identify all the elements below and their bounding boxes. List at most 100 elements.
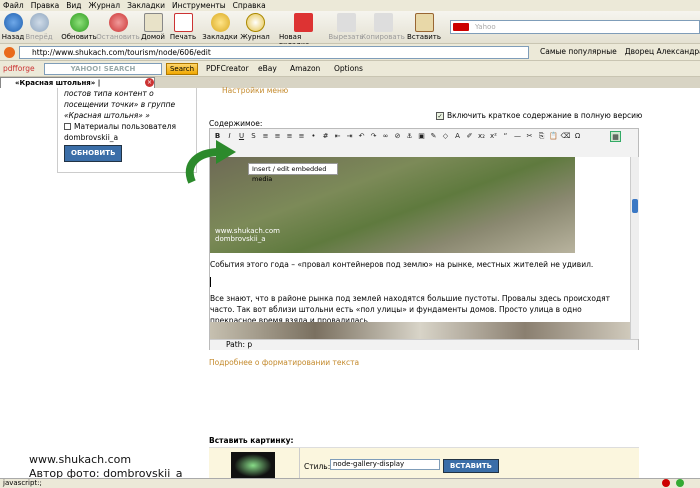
link-icon[interactable]: ∞ <box>380 131 391 142</box>
copy-icon[interactable]: ⎘ <box>536 131 547 142</box>
numbered-list-icon[interactable]: # <box>320 131 331 142</box>
photo-watermark: www.shukach.com Автор фото: dombrovskii_… <box>29 453 182 481</box>
paste-button[interactable]: Вставить <box>405 13 443 41</box>
ebay-button[interactable]: eBay <box>258 64 277 73</box>
yahoo-search-input[interactable]: YAHOO! SEARCH <box>44 63 162 75</box>
media-icon[interactable]: ▦ <box>610 131 621 142</box>
eraser-icon[interactable]: ⌫ <box>560 131 571 142</box>
editor-content[interactable]: www.shukach.com dombrovskii_a События эт… <box>210 157 630 339</box>
star-icon <box>210 13 230 32</box>
format-help-link[interactable]: Подробнее о форматировании текста <box>209 358 359 367</box>
subscript-icon[interactable]: x₂ <box>476 131 487 142</box>
stop-icon <box>108 13 128 32</box>
options-button[interactable]: Options <box>334 64 363 73</box>
bookmark-popular[interactable]: Самые популярные <box>540 47 617 56</box>
paste-icon[interactable]: 📋 <box>548 131 559 142</box>
bookmark-palace[interactable]: Дворец Александра Э... <box>625 47 700 56</box>
cleanup-icon[interactable]: ✎ <box>428 131 439 142</box>
special-char-icon[interactable]: Ω <box>572 131 583 142</box>
scissors-icon <box>336 13 356 32</box>
yahoo-search-button[interactable]: Search <box>166 63 198 75</box>
hr-icon[interactable]: — <box>512 131 523 142</box>
image-thumbnail[interactable] <box>231 452 275 479</box>
reload-icon <box>69 13 89 32</box>
editor-toolbar: B I U S ≡ ≡ ≡ ≡ • # ⇤ ⇥ ↶ ↷ ∞ ⊘ ⚓ ▣ ✎ ◇ … <box>210 129 638 156</box>
menu-tools[interactable]: Инструменты <box>172 1 226 10</box>
paste-icon <box>414 13 434 32</box>
nav-toolbar: Назад Вперёд Обновить Остановить Домой П… <box>0 11 700 49</box>
print-button[interactable]: Печать <box>164 13 202 41</box>
html-icon[interactable]: ◇ <box>440 131 451 142</box>
image-icon[interactable]: ▣ <box>416 131 427 142</box>
menu-history[interactable]: Журнал <box>89 1 121 10</box>
superscript-icon[interactable]: x² <box>488 131 499 142</box>
cut-icon[interactable]: ✂ <box>524 131 535 142</box>
copy-button[interactable]: Копировать <box>361 13 405 41</box>
menu-help[interactable]: Справка <box>233 1 266 10</box>
bookmarks-toolbar: Самые популярные Дворец Александра Э... <box>540 47 700 56</box>
text-color-icon[interactable]: A <box>452 131 463 142</box>
undo-icon[interactable]: ↶ <box>356 131 367 142</box>
status-ok-icon <box>676 479 684 487</box>
anchor-icon[interactable]: ⚓ <box>404 131 415 142</box>
menu-edit[interactable]: Правка <box>31 1 60 10</box>
style-select[interactable]: node-gallery-display <box>330 459 440 470</box>
menu-bookmarks[interactable]: Закладки <box>127 1 165 10</box>
materials-checkbox[interactable] <box>64 123 71 130</box>
menu-view[interactable]: Вид <box>66 1 81 10</box>
blockquote-icon[interactable]: “ <box>500 131 511 142</box>
adblock-icon[interactable] <box>662 479 670 487</box>
forward-button[interactable]: Вперёд <box>20 13 58 41</box>
summary-label: Включить краткое содержание в полную вер… <box>447 111 643 120</box>
insert-button[interactable]: ВСТАВИТЬ <box>443 459 499 473</box>
text-cursor <box>210 277 211 287</box>
history-button[interactable]: Журнал <box>236 13 274 41</box>
summary-checkbox[interactable]: ✓ <box>436 111 444 120</box>
scroll-thumb[interactable] <box>632 199 638 213</box>
sidebar-group-link[interactable]: «Красная штольня» » <box>64 110 190 121</box>
tab-active[interactable]: «Красная штольня» | <box>0 77 155 88</box>
close-tab-icon[interactable]: × <box>145 78 154 87</box>
search-input[interactable]: Yahoo <box>450 20 700 34</box>
redo-icon[interactable]: ↷ <box>368 131 379 142</box>
refresh-button[interactable]: ОБНОВИТЬ <box>64 145 123 162</box>
align-justify-icon[interactable]: ≡ <box>296 131 307 142</box>
bullet-list-icon[interactable]: • <box>308 131 319 142</box>
reload-button[interactable]: Обновить <box>60 13 98 41</box>
highlight-icon[interactable]: ✐ <box>464 131 475 142</box>
insert-images-heading: Вставить картинку: <box>209 436 294 445</box>
rich-text-editor: B I U S ≡ ≡ ≡ ≡ • # ⇤ ⇥ ↶ ↷ ∞ ⊘ ⚓ ▣ ✎ ◇ … <box>209 128 639 350</box>
outdent-icon[interactable]: ⇤ <box>332 131 343 142</box>
printer-icon <box>173 13 193 32</box>
sidebar-line-1: постов типа контент о <box>64 89 154 98</box>
url-input[interactable]: http://www.shukach.com/tourism/node/606/… <box>19 46 529 59</box>
pdfcreator-button[interactable]: PDFCreator <box>206 64 249 73</box>
media-tooltip: Insert / edit embedded media <box>248 163 338 183</box>
new-tab-icon <box>293 13 313 32</box>
menu-bar: Файл Правка Вид Журнал Закладки Инструме… <box>0 0 700 11</box>
clock-icon <box>245 13 265 32</box>
sidebar-line-5: dombrovskii_a <box>64 133 119 142</box>
menu-file[interactable]: Файл <box>3 1 24 10</box>
photo-caption-author: dombrovskii_a <box>215 235 266 243</box>
cut-button[interactable]: Вырезать <box>327 13 365 41</box>
strike-button[interactable]: S <box>248 131 259 142</box>
watermark-site: www.shukach.com <box>29 453 132 466</box>
forward-arrow-icon <box>29 13 49 32</box>
home-icon <box>143 13 163 32</box>
sidebar-line-4: Материалы пользователя <box>74 122 176 131</box>
align-right-icon[interactable]: ≡ <box>284 131 295 142</box>
menu-settings-link[interactable]: Настройки меню <box>222 86 288 95</box>
editor-path: Path: p <box>210 339 638 350</box>
tab-title: «Красная штольня» | <box>15 79 101 87</box>
editor-scrollbar[interactable] <box>630 157 639 339</box>
align-center-icon[interactable]: ≡ <box>272 131 283 142</box>
stop-button[interactable]: Остановить <box>96 13 140 41</box>
indent-icon[interactable]: ⇥ <box>344 131 355 142</box>
address-bar: http://www.shukach.com/tourism/node/606/… <box>0 44 700 61</box>
amazon-button[interactable]: Amazon <box>290 64 320 73</box>
align-left-icon[interactable]: ≡ <box>260 131 271 142</box>
bookmarks-button[interactable]: Закладки <box>201 13 239 41</box>
unlink-icon[interactable]: ⊘ <box>392 131 403 142</box>
copy-icon <box>373 13 393 32</box>
